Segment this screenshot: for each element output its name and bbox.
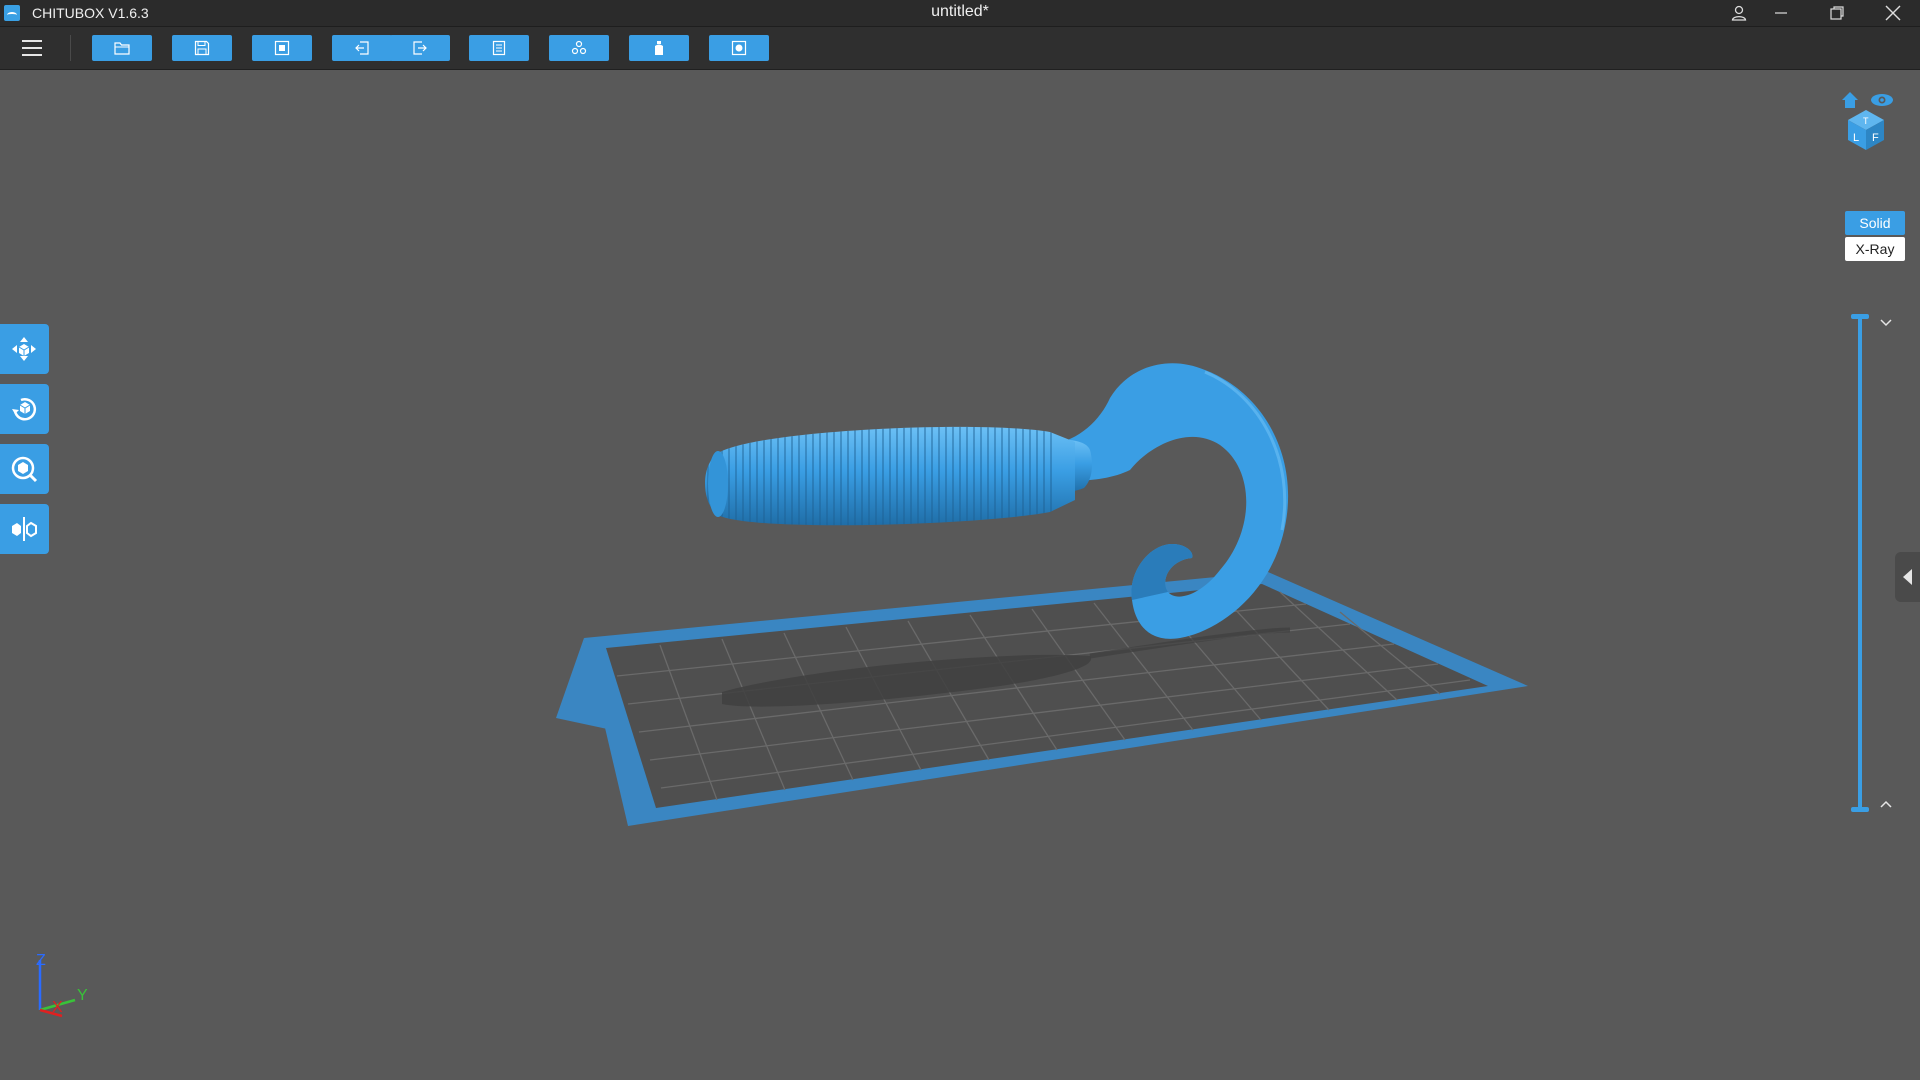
main-toolbar	[0, 27, 1920, 70]
settings-list-icon	[492, 40, 506, 56]
axis-y-label: Y	[77, 987, 88, 1004]
user-account-button[interactable]	[1716, 0, 1762, 26]
settings-button[interactable]	[469, 35, 529, 61]
title-bar: CHITUBOX V1.6.3 untitled*	[0, 0, 1920, 27]
restore-button[interactable]	[1814, 0, 1860, 26]
print-button[interactable]	[709, 35, 769, 61]
undo-button[interactable]	[332, 35, 392, 61]
redo-button[interactable]	[390, 35, 450, 61]
document-title: untitled*	[931, 3, 989, 20]
grub-model	[705, 363, 1289, 639]
toolbar-divider	[70, 35, 71, 61]
close-button[interactable]	[1870, 0, 1916, 26]
open-file-button[interactable]	[92, 35, 152, 61]
app-title: CHITUBOX V1.6.3	[32, 5, 149, 21]
minimize-icon	[1775, 12, 1787, 14]
axis-x-label: X	[52, 999, 63, 1016]
hamburger-menu-button[interactable]	[18, 36, 48, 60]
restore-icon	[1830, 6, 1844, 20]
save-button[interactable]	[172, 35, 232, 61]
axis-z-label: Z	[36, 952, 46, 969]
layout-icon	[274, 40, 290, 56]
auto-layout-button[interactable]	[252, 35, 312, 61]
folder-icon	[114, 42, 130, 55]
undo-icon	[355, 41, 369, 55]
viewport-3d[interactable]: Z Y X	[0, 70, 1920, 1080]
close-icon	[1885, 5, 1901, 21]
slice-icon	[571, 40, 587, 55]
axis-indicator: Z Y X	[36, 952, 88, 1018]
supports-button[interactable]	[629, 35, 689, 61]
redo-icon	[413, 41, 427, 55]
app-logo-icon	[4, 5, 20, 21]
print-icon	[731, 40, 747, 56]
bottle-icon	[655, 41, 663, 55]
minimize-button[interactable]	[1758, 0, 1804, 26]
slice-button[interactable]	[549, 35, 609, 61]
user-icon	[1731, 5, 1747, 21]
save-icon	[194, 40, 210, 56]
menu-icon	[22, 40, 42, 42]
